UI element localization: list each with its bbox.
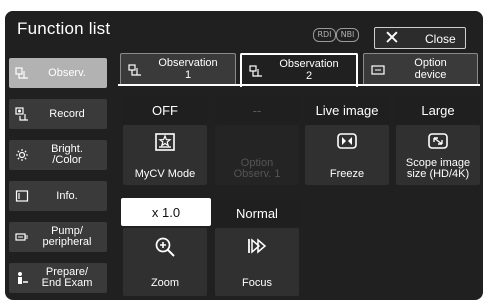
sidebar-item-record[interactable]: Record (9, 99, 107, 129)
focus-icon (248, 238, 267, 254)
brightness-icon (16, 149, 28, 161)
sidebar-item-bright-color[interactable]: Bright. /Color (9, 140, 107, 170)
sidebar-item-label: Prepare/ End Exam (41, 266, 93, 289)
observation-icon (128, 64, 141, 76)
close-icon: ✕ (384, 27, 400, 49)
zoom-value: x 1.0 (121, 198, 211, 226)
freeze-label: Freeze (329, 168, 365, 180)
sidebar-item-label: Record (49, 107, 85, 120)
scope-image-size-label: Scope image size (HD/4K) (405, 157, 471, 180)
mycv-mode-button[interactable]: MyCV Mode (123, 125, 207, 185)
option-observ-1-label: Option Observ. 1 (233, 157, 281, 180)
observation-icon (249, 65, 262, 77)
title-bar: Function list RDI NBI ✕ Close (5, 11, 483, 51)
sidebar-item-label: Bright. /Color (51, 143, 83, 166)
freeze-value: Live image (305, 97, 389, 123)
focus-button[interactable]: Focus (215, 228, 299, 296)
mycv-mode-icon (155, 133, 175, 151)
tab-label: Observation 1 (158, 57, 218, 81)
tab-observation-2[interactable]: Observation 2 (240, 53, 358, 87)
tab-option-device[interactable]: Option device (363, 53, 478, 86)
scope-image-size-button[interactable]: Scope image size (HD/4K) (396, 125, 480, 185)
zoom-label: Zoom (150, 277, 180, 289)
sidebar-item-label: Observ. (48, 66, 86, 79)
close-label: Close (425, 32, 456, 46)
sidebar-item-label: Info. (56, 189, 78, 202)
pump-icon (15, 233, 28, 241)
observation-icon (15, 67, 28, 79)
function-list-screen: Function list RDI NBI ✕ Close Observ. Re… (5, 11, 483, 300)
close-button[interactable]: ✕ Close (374, 27, 466, 49)
sidebar-item-observ[interactable]: Observ. (9, 58, 107, 88)
zoom-button[interactable]: Zoom (123, 228, 207, 296)
focus-value: Normal (215, 200, 299, 226)
option-observ-1-value: -- (215, 97, 299, 123)
prepare-icon (18, 272, 28, 284)
info-icon (15, 190, 29, 202)
sidebar-item-label: Pump/ peripheral (42, 225, 92, 248)
nbi-badge: NBI (336, 28, 359, 42)
focus-label: Focus (242, 277, 272, 289)
sidebar-item-info[interactable]: Info. (9, 181, 107, 211)
scope-image-size-icon (428, 133, 448, 149)
rdi-badge: RDI (313, 28, 336, 42)
mycv-mode-label: MyCV Mode (134, 168, 196, 180)
tab-label: Observation 2 (279, 58, 339, 82)
tab-label: Option device (414, 57, 447, 81)
page-title: Function list (17, 19, 111, 38)
option-observ-1-button[interactable]: Option Observ. 1 (215, 125, 299, 185)
option-device-icon (371, 65, 385, 75)
sidebar-item-prepare-end-exam[interactable]: Prepare/ End Exam (9, 263, 107, 293)
record-icon (15, 107, 28, 121)
sidebar-item-pump-peripheral[interactable]: Pump/ peripheral (9, 222, 107, 252)
tab-observation-1[interactable]: Observation 1 (120, 53, 236, 86)
scope-image-size-value: Large (396, 97, 480, 123)
sidebar: Observ. Record Bright. /Color Info. Pump… (5, 51, 113, 300)
freeze-icon (337, 133, 357, 149)
freeze-button[interactable]: Freeze (305, 125, 389, 185)
mycv-mode-value: OFF (123, 97, 207, 123)
zoom-icon (155, 237, 175, 257)
